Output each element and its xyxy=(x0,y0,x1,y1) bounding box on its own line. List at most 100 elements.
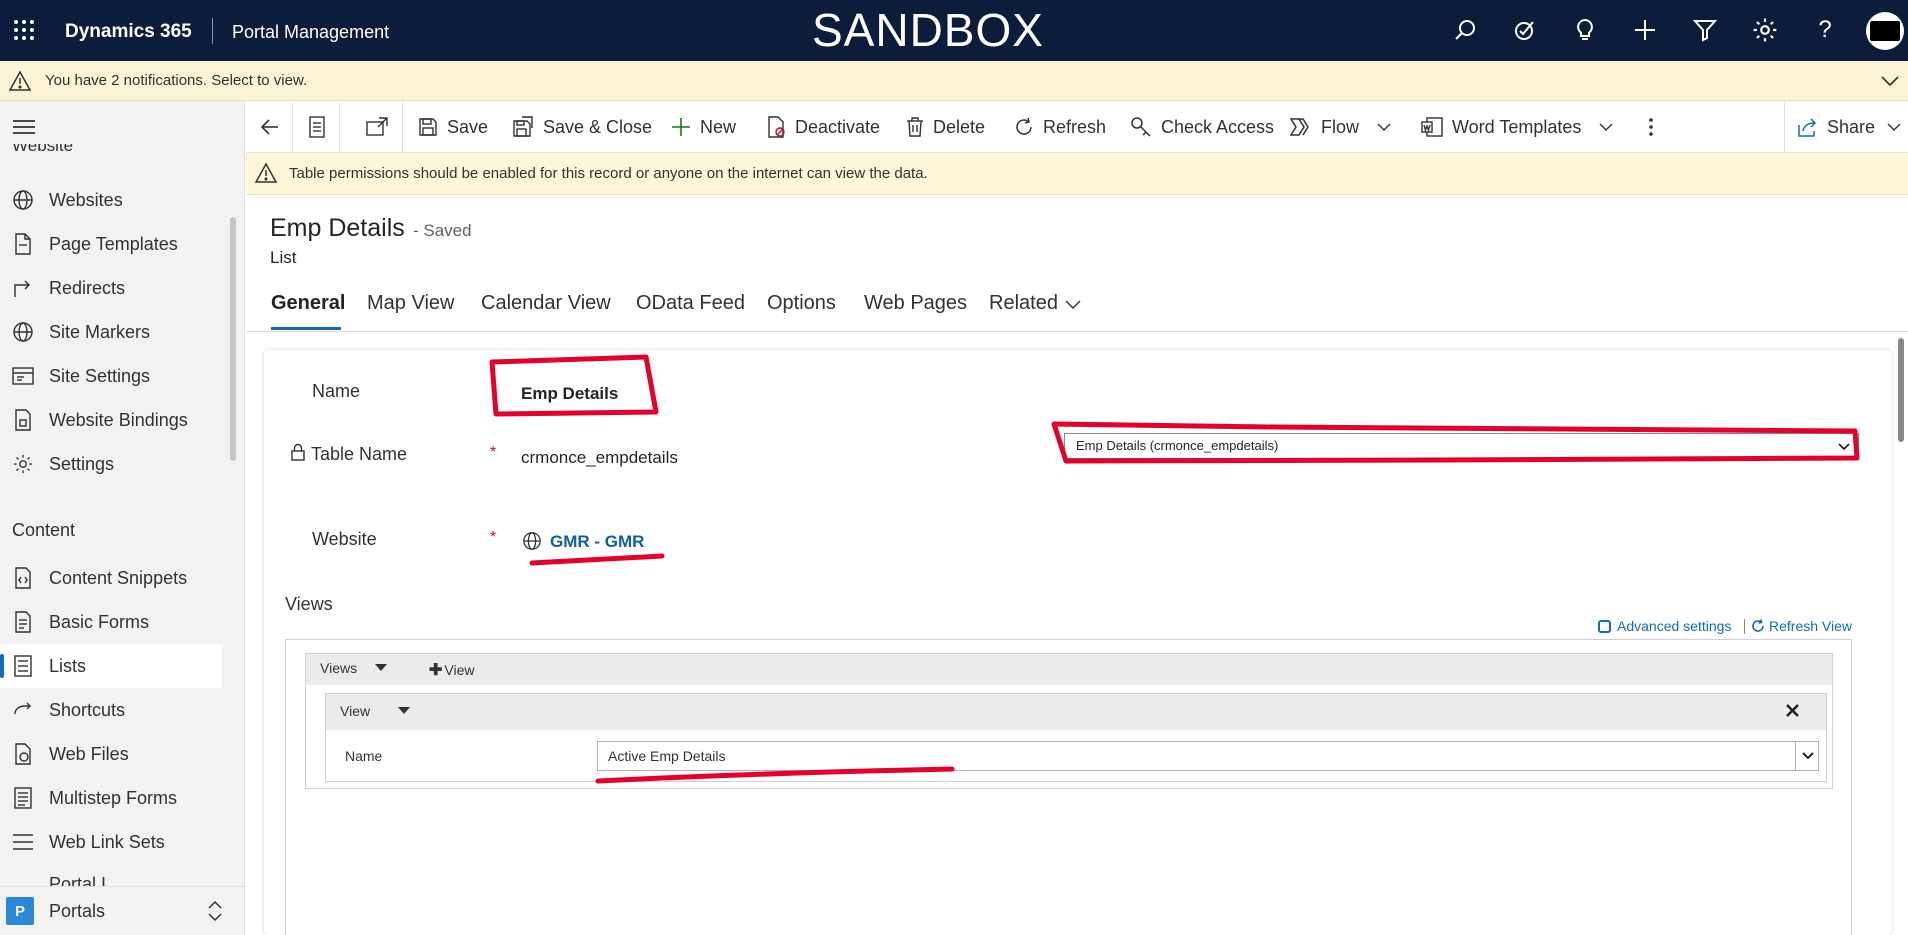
tab-general[interactable]: General xyxy=(271,292,345,315)
shortcut-icon xyxy=(11,698,35,722)
refresh-button[interactable]: Refresh xyxy=(1014,101,1106,153)
save-status: - Saved xyxy=(413,221,472,240)
chevron-down-icon[interactable] xyxy=(1880,74,1900,88)
add-view-button[interactable]: ✚ View xyxy=(429,660,475,680)
sidebar-item-settings[interactable]: Settings xyxy=(0,442,222,486)
more-commands-icon[interactable] xyxy=(1648,101,1654,153)
website-lookup-link[interactable]: GMR - GMR xyxy=(550,532,644,552)
divider xyxy=(339,101,340,153)
plus-icon[interactable] xyxy=(1630,15,1660,45)
add-view-label: View xyxy=(444,662,475,678)
deactivate-icon xyxy=(766,116,786,138)
word-templates-label: Word Templates xyxy=(1452,116,1582,137)
save-icon xyxy=(418,117,438,137)
help-icon[interactable]: ? xyxy=(1810,15,1840,45)
bindings-icon xyxy=(11,408,35,432)
divider xyxy=(1744,619,1745,634)
form-icon xyxy=(11,610,35,634)
deactivate-label: Deactivate xyxy=(795,116,881,137)
view-name-select[interactable]: Active Emp Details xyxy=(597,741,1819,771)
deactivate-button[interactable]: Deactivate xyxy=(766,101,880,153)
sidebar-item-shortcuts[interactable]: Shortcuts xyxy=(0,688,222,732)
sidebar-item-label: Web Link Sets xyxy=(49,831,165,852)
sidebar-item-redirects[interactable]: Redirects xyxy=(0,266,222,310)
open-in-new-window-icon xyxy=(366,117,388,136)
user-avatar[interactable] xyxy=(1866,12,1904,50)
area-switcher-label: Portals xyxy=(49,901,106,921)
sidebar-item-page-templates[interactable]: Page Templates xyxy=(0,222,222,266)
name-label: Name xyxy=(312,381,361,401)
sidebar-item-site-settings[interactable]: Site Settings xyxy=(0,354,222,398)
plus-icon xyxy=(671,117,691,137)
table-permissions-warning: Table permissions should be enabled for … xyxy=(246,153,1908,195)
refresh-view-link[interactable]: Refresh View xyxy=(1751,618,1852,634)
sidebar-scrollbar[interactable] xyxy=(230,217,236,461)
multistep-icon xyxy=(11,786,35,810)
lightbulb-icon[interactable] xyxy=(1570,15,1600,45)
sidebar-item-web-link-sets[interactable]: Web Link Sets xyxy=(0,820,222,864)
save-close-label: Save & Close xyxy=(543,116,653,137)
filter-icon[interactable] xyxy=(1690,15,1720,45)
view-item-toggle[interactable]: View xyxy=(340,703,411,719)
settings-gear-icon[interactable] xyxy=(1750,15,1780,45)
views-section-label: Views xyxy=(285,594,333,614)
form-view-button[interactable] xyxy=(308,101,326,153)
sidebar-item-website-bindings[interactable]: Website Bindings xyxy=(0,398,222,442)
area-switcher[interactable]: P Portals xyxy=(0,886,244,935)
warning-icon xyxy=(9,70,31,92)
views-dropdown-label: Views xyxy=(320,660,358,676)
notification-text[interactable]: You have 2 notifications. Select to view… xyxy=(45,72,307,89)
app-launcher-icon[interactable] xyxy=(9,15,39,45)
sidebar-item-websites[interactable]: Websites xyxy=(0,178,222,222)
new-button[interactable]: New xyxy=(671,101,736,153)
save-button[interactable]: Save xyxy=(418,101,488,153)
tab-web-pages[interactable]: Web Pages xyxy=(864,292,967,315)
notification-bar[interactable]: You have 2 notifications. Select to view… xyxy=(0,61,1908,101)
tab-calendar-view[interactable]: Calendar View xyxy=(481,292,611,315)
divider xyxy=(292,101,293,153)
table-name-select[interactable]: Emp Details (crmonce_empdetails) xyxy=(1064,433,1859,459)
web-file-icon xyxy=(11,742,35,766)
views-toolbar: Views ✚ View xyxy=(306,654,1832,685)
sidebar-item-multistep-forms[interactable]: Multistep Forms xyxy=(0,776,222,820)
snippet-icon xyxy=(11,566,35,590)
page-scrollbar[interactable] xyxy=(1898,338,1904,442)
word-templates-button[interactable]: Word Templates xyxy=(1421,101,1613,153)
sidebar-item-site-markers[interactable]: Site Markers xyxy=(0,310,222,354)
active-tab-indicator xyxy=(271,327,341,330)
share-icon xyxy=(1798,117,1818,137)
views-dropdown[interactable]: Views xyxy=(320,660,388,676)
area-name[interactable]: Portal Management xyxy=(232,0,389,61)
sidebar-item-basic-forms[interactable]: Basic Forms xyxy=(0,600,222,644)
tab-related[interactable]: Related xyxy=(989,292,1058,315)
sidebar-item-web-files[interactable]: Web Files xyxy=(0,732,222,776)
sidebar-item-cut-off[interactable]: Portal I xyxy=(49,874,106,886)
task-assistant-icon[interactable] xyxy=(1510,15,1540,45)
share-label: Share xyxy=(1827,116,1876,137)
tab-map-view[interactable]: Map View xyxy=(367,292,454,315)
app-name[interactable]: Dynamics 365 xyxy=(65,0,192,61)
search-icon[interactable] xyxy=(1450,15,1480,45)
top-navigation-bar: Dynamics 365 Portal Management SANDBOX ? xyxy=(0,0,1908,61)
check-access-button[interactable]: Check Access xyxy=(1130,101,1274,153)
tab-options[interactable]: Options xyxy=(767,292,836,315)
open-new-window-button[interactable] xyxy=(366,101,388,153)
link-set-icon xyxy=(11,830,35,854)
back-button[interactable] xyxy=(260,101,280,153)
save-and-close-button[interactable]: Save & Close xyxy=(512,101,652,153)
sidebar-item-lists[interactable]: Lists xyxy=(0,644,222,688)
name-field[interactable]: Emp Details xyxy=(521,384,618,404)
save-close-icon xyxy=(512,116,534,138)
advanced-settings-link[interactable]: Advanced settings xyxy=(1598,618,1731,634)
flow-button[interactable]: Flow xyxy=(1290,101,1391,153)
hamburger-menu-icon[interactable] xyxy=(13,119,35,135)
delete-button[interactable]: Delete xyxy=(906,101,985,153)
sidebar-item-content-snippets[interactable]: Content Snippets xyxy=(0,556,222,600)
close-icon[interactable] xyxy=(1786,704,1799,717)
trash-icon xyxy=(906,117,924,137)
sidebar-item-label: Redirects xyxy=(49,277,126,298)
sidebar-item-label: Page Templates xyxy=(49,233,178,254)
caret-down-icon xyxy=(398,707,411,715)
tab-odata-feed[interactable]: OData Feed xyxy=(636,292,745,315)
share-button[interactable]: Share xyxy=(1798,101,1901,153)
